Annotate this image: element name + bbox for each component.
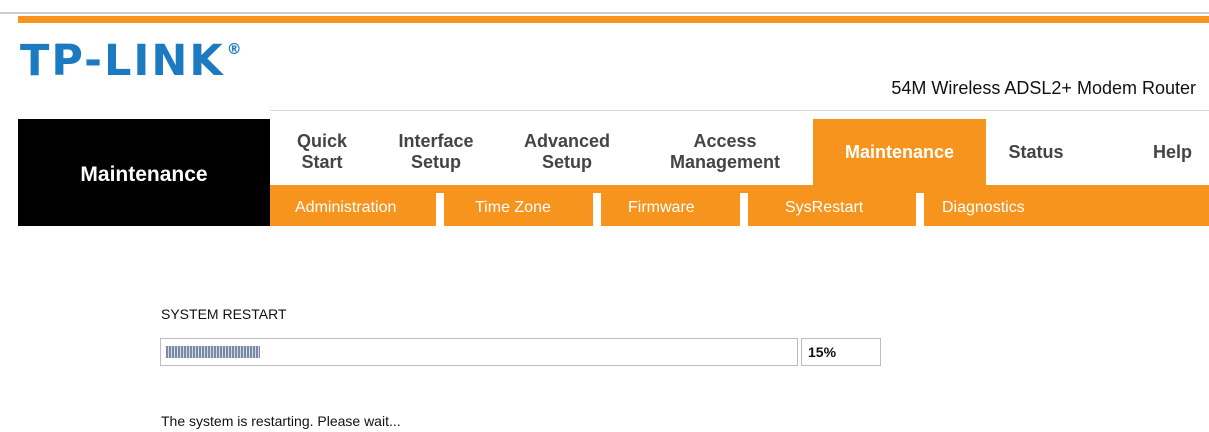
subnav-divider bbox=[740, 193, 748, 226]
subnav-firmware[interactable]: Firmware bbox=[628, 185, 695, 226]
subnav-administration[interactable]: Administration bbox=[295, 185, 396, 226]
tab-label-line1: Access bbox=[693, 131, 757, 151]
restart-progress-bar bbox=[160, 338, 798, 366]
header-accent-bar bbox=[18, 16, 1209, 23]
sub-nav: Administration Time Zone Firmware SysRes… bbox=[270, 185, 1209, 226]
tab-label-line1: Advanced bbox=[523, 131, 611, 151]
top-border-line bbox=[0, 12, 1209, 14]
tab-label-line1: Interface bbox=[398, 131, 474, 151]
tab-advanced-setup[interactable]: Advanced Setup bbox=[506, 119, 628, 185]
model-name: 54M Wireless ADSL2+ Modem Router bbox=[891, 78, 1196, 98]
restart-progress-fill bbox=[166, 346, 260, 358]
tab-label-line2: Setup bbox=[541, 152, 592, 172]
tab-access-management[interactable]: Access Management bbox=[644, 119, 806, 185]
restart-message: The system is restarting. Please wait... bbox=[161, 413, 401, 429]
section-title-box: Maintenance bbox=[18, 119, 270, 226]
tab-interface-setup[interactable]: Interface Setup bbox=[382, 119, 490, 185]
subnav-diagnostics[interactable]: Diagnostics bbox=[942, 185, 1025, 226]
subnav-divider bbox=[916, 193, 924, 226]
tab-help[interactable]: Help bbox=[1136, 119, 1209, 185]
tab-label-line2: Setup bbox=[410, 152, 461, 172]
main-nav: Quick Start Interface Setup Advanced Setup … bbox=[270, 119, 1209, 185]
tab-label-line1: Help bbox=[1152, 141, 1192, 162]
tab-quick-start[interactable]: Quick Start bbox=[278, 119, 366, 185]
section-title: Maintenance bbox=[80, 162, 208, 186]
tp-link-logo: TP-LINK ® bbox=[20, 40, 244, 83]
subnav-divider bbox=[436, 193, 444, 226]
restart-percent: 15% bbox=[801, 338, 881, 366]
subnav-time-zone[interactable]: Time Zone bbox=[475, 185, 551, 226]
registered-mark: ® bbox=[226, 40, 244, 58]
subnav-divider bbox=[593, 193, 601, 226]
subnav-sysrestart[interactable]: SysRestart bbox=[785, 185, 863, 226]
tab-label-line1: Status bbox=[1008, 141, 1064, 162]
tab-label-line2: Start bbox=[301, 152, 343, 172]
tab-label-line2: Management bbox=[669, 152, 781, 172]
logo-text: TP-LINK bbox=[20, 36, 225, 86]
tab-status[interactable]: Status bbox=[988, 119, 1084, 185]
restart-title: SYSTEM RESTART bbox=[161, 306, 287, 322]
tab-label-line1: Quick bbox=[296, 131, 348, 151]
tab-maintenance[interactable]: Maintenance bbox=[813, 119, 986, 185]
header-separator bbox=[270, 110, 1209, 111]
tab-label-line1: Maintenance bbox=[844, 141, 955, 162]
